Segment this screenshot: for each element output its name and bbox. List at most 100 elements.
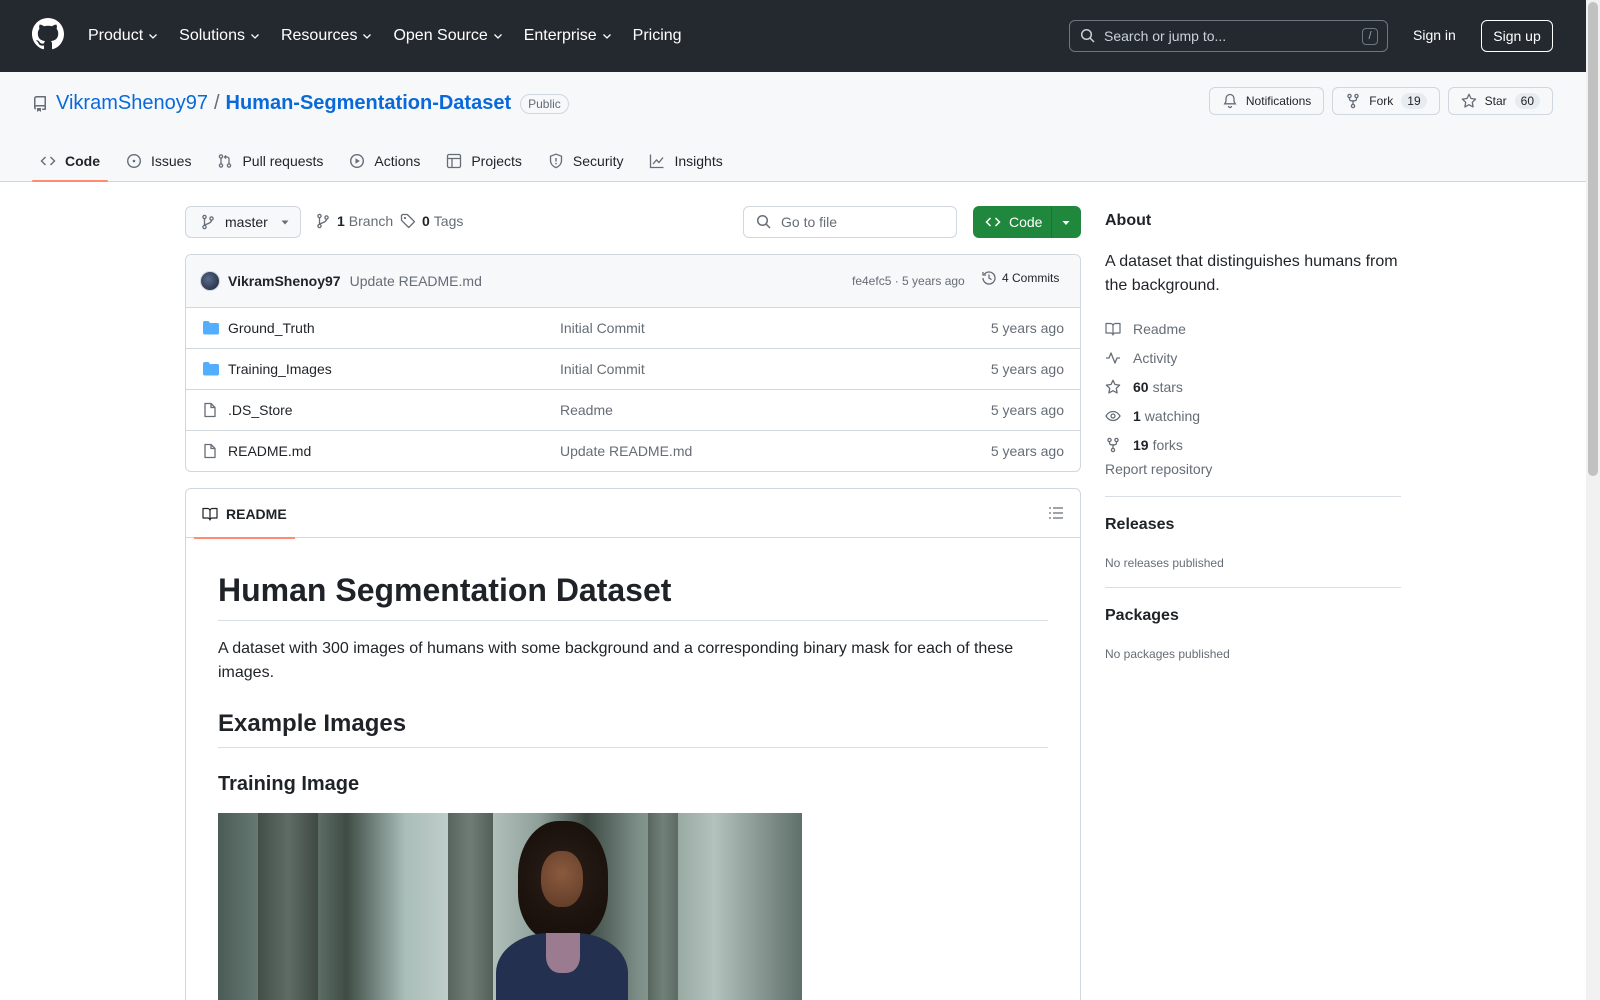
file-name-link[interactable]: .DS_Store [228, 402, 293, 418]
repo-header: VikramShenoy97 / Human-Segmentation-Data… [0, 72, 1586, 182]
branch-icon [202, 214, 214, 230]
file-row[interactable]: Ground_Truth Initial Commit 5 years ago [186, 308, 1080, 349]
visibility-badge: Public [520, 93, 569, 114]
releases-empty-text: No releases published [1105, 556, 1224, 570]
scrollbar-thumb[interactable] [1588, 2, 1598, 476]
file-icon [204, 402, 216, 418]
about-links: Readme Activity 60 stars 1 watching 19 fork… [1105, 314, 1200, 459]
image-tree-trunk [258, 813, 318, 1000]
page-scrollbar[interactable] [1586, 0, 1600, 1000]
nav-pricing[interactable]: Pricing [633, 27, 692, 45]
stars-link[interactable]: 60 stars [1105, 372, 1200, 401]
tab-issues[interactable]: Issues [118, 140, 199, 182]
bell-icon [1223, 93, 1237, 109]
branch-selector[interactable]: master [185, 206, 301, 238]
readme-heading-examples: Example Images [218, 709, 1048, 748]
repo-actions: Notifications Fork 19 Star 60 [1208, 87, 1553, 115]
book-icon [1105, 322, 1121, 336]
image-person-shirt [546, 933, 580, 973]
releases-heading[interactable]: Releases [1105, 516, 1174, 534]
readme-link[interactable]: Readme [1105, 314, 1200, 343]
caret-down-icon [281, 220, 289, 225]
code-button[interactable]: Code [973, 206, 1081, 238]
latest-commit-row: VikramShenoy97 Update README.md fe4efc5 … [186, 255, 1080, 308]
graph-icon [650, 154, 664, 169]
chevron-down-icon [251, 34, 259, 39]
code-icon [40, 156, 56, 166]
repo-name-link[interactable]: Human-Segmentation-Dataset [226, 92, 512, 115]
watching-link[interactable]: 1 watching [1105, 401, 1200, 430]
nav-solutions[interactable]: Solutions [179, 27, 271, 45]
search-input[interactable]: Search or jump to... / [1069, 20, 1388, 52]
file-commit-message-link[interactable]: Initial Commit [560, 320, 645, 336]
search-shortcut-key: / [1362, 28, 1378, 45]
pull-request-icon [219, 154, 232, 168]
packages-empty-text: No packages published [1105, 647, 1230, 661]
folder-icon [203, 321, 219, 335]
tab-pull-requests[interactable]: Pull requests [209, 140, 331, 182]
tab-code[interactable]: Code [32, 140, 108, 182]
eye-icon [1105, 410, 1121, 421]
tags-link[interactable]: 0 Tags [400, 213, 463, 229]
repo-title: VikramShenoy97 / Human-Segmentation-Data… [32, 92, 569, 115]
file-commit-message-link[interactable]: Initial Commit [560, 361, 645, 377]
notifications-button[interactable]: Notifications [1208, 87, 1325, 115]
list-icon[interactable] [1048, 505, 1064, 521]
file-commit-age: 5 years ago [990, 443, 1064, 459]
avatar[interactable] [200, 271, 220, 291]
tab-projects[interactable]: Projects [438, 140, 530, 182]
chevron-down-icon [602, 34, 611, 39]
branches-link[interactable]: 1 Branch [315, 213, 393, 229]
go-to-file-input[interactable]: Go to file [743, 206, 957, 238]
commits-history-link[interactable]: 4 Commits [981, 270, 1059, 286]
repo-owner-link[interactable]: VikramShenoy97 [56, 92, 208, 115]
file-row[interactable]: Training_Images Initial Commit 5 years a… [186, 349, 1080, 390]
button-divider [1051, 206, 1052, 238]
nav-enterprise[interactable]: Enterprise [524, 27, 623, 45]
file-commit-message-link[interactable]: Update README.md [560, 443, 692, 459]
file-name-link[interactable]: Ground_Truth [228, 320, 315, 336]
training-image [218, 813, 802, 1000]
readme-title: Human Segmentation Dataset [218, 570, 1048, 621]
nav-product[interactable]: Product [88, 27, 169, 45]
github-logo-icon[interactable] [32, 18, 64, 50]
report-repository-link[interactable]: Report repository [1105, 461, 1212, 477]
file-row[interactable]: .DS_Store Readme 5 years ago [186, 390, 1080, 431]
activity-link[interactable]: Activity [1105, 343, 1200, 372]
file-row[interactable]: README.md Update README.md 5 years ago [186, 431, 1080, 471]
file-icon [204, 443, 216, 459]
sign-in-link[interactable]: Sign in [1413, 27, 1456, 43]
file-commit-message-link[interactable]: Readme [560, 402, 613, 418]
nav-open-source[interactable]: Open Source [393, 27, 513, 45]
nav-resources[interactable]: Resources [281, 27, 383, 45]
caret-down-icon [1062, 221, 1070, 225]
book-icon [202, 507, 218, 521]
file-browser: VikramShenoy97 Update README.md fe4efc5 … [185, 254, 1081, 472]
tab-insights[interactable]: Insights [641, 140, 730, 182]
readme-content: Human Segmentation Dataset A dataset wit… [186, 538, 1080, 1000]
fork-icon [1107, 437, 1119, 452]
tab-security[interactable]: Security [540, 140, 632, 182]
fork-icon [1347, 93, 1360, 109]
about-heading: About [1105, 212, 1152, 229]
repo-icon [34, 95, 46, 112]
code-icon [985, 217, 1001, 227]
commit-hash-and-time[interactable]: fe4efc5 · 5 years ago [852, 274, 965, 288]
tab-actions[interactable]: Actions [341, 140, 428, 182]
global-header: Product Solutions Resources Open Source … [0, 0, 1586, 72]
commit-message-link[interactable]: Update README.md [350, 273, 482, 289]
commit-author-link[interactable]: VikramShenoy97 [228, 273, 341, 289]
about-description: A dataset that distinguishes humans from… [1105, 253, 1398, 294]
sign-up-button[interactable]: Sign up [1481, 20, 1553, 52]
readme-tab[interactable]: README [194, 489, 295, 539]
forks-link[interactable]: 19 forks [1105, 430, 1200, 459]
fork-button[interactable]: Fork 19 [1332, 87, 1440, 115]
star-icon [1461, 93, 1476, 108]
tag-icon [400, 213, 416, 229]
packages-heading[interactable]: Packages [1105, 607, 1179, 625]
table-icon [447, 153, 462, 169]
file-name-link[interactable]: Training_Images [228, 361, 332, 377]
chevron-down-icon [363, 34, 372, 39]
star-button[interactable]: Star 60 [1447, 87, 1553, 115]
file-name-link[interactable]: README.md [228, 443, 311, 459]
